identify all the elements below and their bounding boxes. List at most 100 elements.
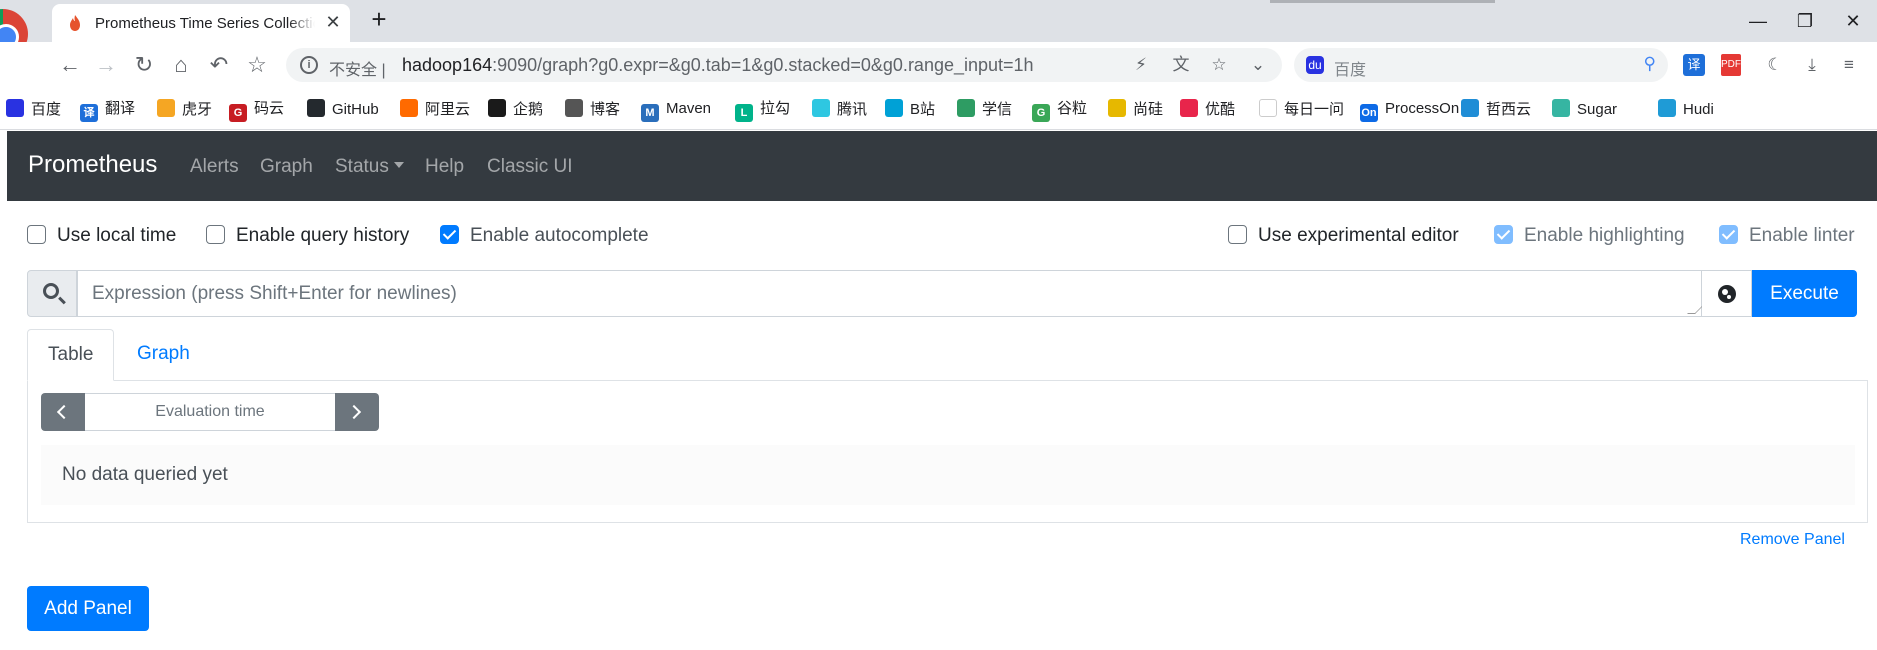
previous-time-button[interactable] (41, 393, 85, 431)
search-placeholder: 百度 (1334, 62, 1367, 79)
reload-icon[interactable]: ↻ (131, 52, 157, 78)
bookmark-label: 每日一问 (1284, 101, 1345, 118)
site-info-icon[interactable]: i (300, 56, 318, 74)
option-label: Enable linter (1749, 225, 1855, 246)
caret-down-icon (393, 162, 404, 168)
search-icon[interactable]: ⚲ (1644, 54, 1656, 74)
new-tab-button[interactable]: + (366, 6, 392, 34)
browser-tab[interactable]: Prometheus Time Series Collection and Pr… (52, 4, 350, 42)
bookmark-icon (307, 99, 325, 117)
option-label: Enable query history (236, 225, 410, 246)
bookmark-icon (400, 99, 418, 117)
tab-close-icon[interactable]: ✕ (323, 12, 343, 32)
tab-graph[interactable]: Graph (117, 329, 210, 381)
add-panel-button[interactable]: Add Panel (27, 586, 149, 631)
bookmarks-bar: 百度 译翻译 虎牙 G 码云 GitHub 阿里云 企鹅 博客 M Maven L 拉勾 腾讯 B站 学信 G 谷… (0, 88, 1877, 130)
bookmark-item[interactable]: G 码云 (229, 99, 284, 122)
translate-extension-icon[interactable]: 译 (1683, 54, 1705, 76)
option-use-experimental-editor[interactable]: Use experimental editor (1228, 221, 1459, 251)
execute-button[interactable]: Execute (1752, 270, 1857, 317)
download-icon[interactable]: ⤓ (1799, 52, 1825, 78)
bookmark-label: 百度 (31, 101, 62, 118)
bookmark-star-icon[interactable]: ☆ (1208, 54, 1230, 76)
bookmark-label: ProcessOn (1385, 100, 1460, 117)
bookmark-label: B站 (910, 101, 936, 118)
tab-table[interactable]: Table (27, 329, 114, 381)
enable-query-history-checkbox[interactable] (206, 225, 225, 244)
star-icon[interactable]: ☆ (244, 52, 270, 78)
bookmark-item[interactable]: 译翻译 (80, 99, 135, 122)
option-use-local-time[interactable]: Use local time (27, 221, 176, 251)
minimize-icon[interactable]: — (1738, 8, 1778, 34)
security-label: 不安全 | (329, 62, 386, 79)
menu-icon[interactable]: ≡ (1836, 52, 1862, 78)
pdf-extension-icon[interactable]: PDF (1721, 54, 1741, 76)
bookmark-item[interactable]: 企鹅 (488, 99, 543, 119)
translate-icon[interactable]: 文 (1170, 54, 1192, 76)
bookmark-item[interactable]: 腾讯 (812, 99, 867, 119)
bookmark-icon: 译 (80, 104, 98, 122)
bookmark-item[interactable]: 尚硅 (1108, 99, 1163, 119)
bookmark-icon (812, 99, 830, 117)
undo-icon[interactable]: ↶ (206, 52, 232, 78)
enable-highlighting-checkbox[interactable] (1494, 225, 1513, 244)
back-arrow-icon[interactable]: ← (57, 52, 83, 78)
bookmark-item[interactable]: 虎牙 (157, 99, 212, 119)
expression-input[interactable]: Expression (press Shift+Enter for newlin… (77, 270, 1702, 317)
option-enable-query-history[interactable]: Enable query history (206, 221, 409, 251)
use-experimental-editor-checkbox[interactable] (1228, 225, 1247, 244)
bookmark-item[interactable]: L 拉勾 (735, 99, 790, 122)
enable-linter-checkbox[interactable] (1719, 225, 1738, 244)
bookmark-icon (157, 99, 175, 117)
bookmark-item[interactable]: Hudi (1658, 99, 1714, 119)
nav-status[interactable]: Status (335, 156, 404, 178)
option-label: Use experimental editor (1258, 225, 1459, 246)
bookmark-item[interactable]: B站 (885, 99, 935, 119)
bookmark-label: 腾讯 (837, 101, 868, 118)
bookmark-item[interactable]: 优酷 (1180, 99, 1235, 119)
bookmark-label: 哲西云 (1486, 101, 1532, 118)
url-text[interactable]: hadoop164:9090/graph?g0.expr=&g0.tab=1&g… (402, 55, 1034, 76)
remove-panel-link[interactable]: Remove Panel (1740, 531, 1845, 549)
home-icon[interactable]: ⌂ (168, 52, 194, 78)
lightning-icon[interactable]: ⚡︎ (1130, 54, 1152, 76)
restore-icon[interactable]: ❐ (1785, 8, 1825, 34)
dark-mode-icon[interactable]: ☾ (1762, 52, 1788, 78)
bookmark-icon (1180, 99, 1198, 117)
brand-logo[interactable]: Prometheus (28, 151, 157, 179)
bookmark-item[interactable]: 阿里云 (400, 99, 470, 119)
nav-alerts[interactable]: Alerts (190, 156, 239, 178)
bookmark-item[interactable]: M Maven (641, 99, 711, 122)
nav-help[interactable]: Help (425, 156, 464, 178)
bookmark-item[interactable]: 百度 (6, 99, 61, 119)
search-box[interactable]: du 百度 ⚲ (1294, 48, 1668, 82)
bookmark-item[interactable]: 每日一问 (1259, 99, 1344, 119)
nav-classic-ui[interactable]: Classic UI (487, 156, 573, 178)
url-path: :9090/graph?g0.expr=&g0.tab=1&g0.stacked… (492, 55, 1034, 75)
forward-arrow-icon[interactable]: → (93, 52, 119, 78)
bookmark-item[interactable]: 哲西云 (1461, 99, 1531, 119)
evaluation-time-input[interactable]: Evaluation time (85, 393, 335, 431)
address-bar[interactable]: i 不安全 | hadoop164:9090/graph?g0.expr=&g0… (286, 48, 1282, 82)
bookmark-item[interactable]: On ProcessOn (1360, 99, 1460, 122)
use-local-time-checkbox[interactable] (27, 225, 46, 244)
window-close-icon[interactable]: ✕ (1833, 8, 1873, 34)
next-time-button[interactable] (335, 393, 379, 431)
bookmark-label: 阿里云 (425, 101, 471, 118)
bookmark-item[interactable]: 博客 (565, 99, 620, 119)
bookmark-label: 学信 (982, 101, 1013, 118)
bookmark-item[interactable]: GitHub (307, 99, 379, 119)
bookmark-item[interactable]: G 谷粒 (1032, 99, 1087, 122)
search-icon (43, 283, 59, 299)
nav-graph[interactable]: Graph (260, 156, 313, 178)
url-host: hadoop164 (402, 55, 493, 75)
option-enable-highlighting[interactable]: Enable highlighting (1494, 221, 1685, 251)
bookmark-item[interactable]: Sugar (1552, 99, 1617, 119)
chevron-down-icon[interactable]: ⌄ (1247, 54, 1269, 76)
option-enable-autocomplete[interactable]: Enable autocomplete (440, 221, 649, 251)
bookmark-item[interactable]: 学信 (957, 99, 1012, 119)
bookmark-icon (6, 99, 24, 117)
option-enable-linter[interactable]: Enable linter (1719, 221, 1855, 251)
enable-autocomplete-checkbox[interactable] (440, 225, 459, 244)
metrics-explorer-button[interactable] (1702, 270, 1752, 317)
